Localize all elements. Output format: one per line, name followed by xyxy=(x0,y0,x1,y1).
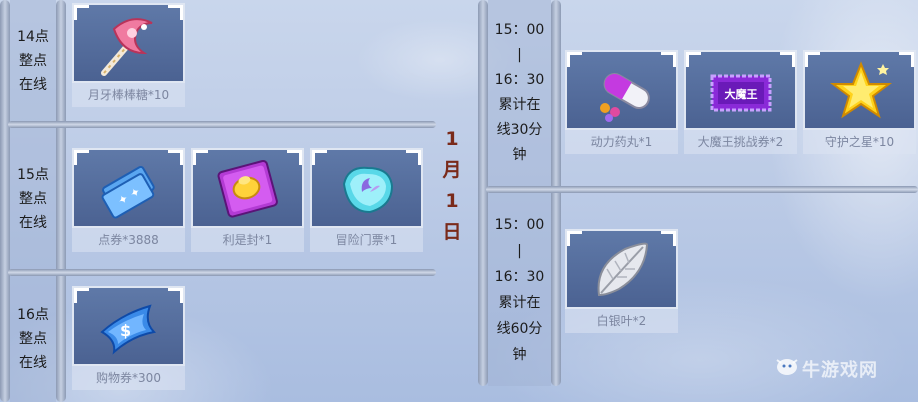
date-char: 日 xyxy=(442,221,462,243)
item-label: 白银叶*2 xyxy=(565,309,678,333)
frame-corner xyxy=(287,150,302,165)
time-line: 16点 xyxy=(17,307,49,323)
demon-king-ticket-icon: 大魔王 xyxy=(710,74,772,112)
frame-corner xyxy=(74,150,89,165)
frame-corner xyxy=(74,288,89,303)
frame-corner xyxy=(168,150,183,165)
reward-card-adventure-ticket[interactable]: 冒险门票*1 xyxy=(310,148,423,252)
time-line: 钟 xyxy=(512,346,527,363)
reward-card-crescent-lollipop[interactable]: 月牙棒棒糖*10 xyxy=(72,3,185,107)
time-cell-14: 14点 整点 在线 xyxy=(10,0,56,121)
time-line: 15：00 xyxy=(494,216,545,233)
time-line: 整点 xyxy=(19,52,47,69)
frame-corner xyxy=(312,150,327,165)
frame-corner xyxy=(567,52,582,67)
time-line: 整点 xyxy=(19,190,47,207)
svg-text:$: $ xyxy=(120,321,131,340)
shopping-coupon-icon: $ xyxy=(100,304,157,355)
reward-card-vouchers[interactable]: ✦ ✦ 点券*3888 xyxy=(72,148,185,252)
left-rail-outer xyxy=(0,0,10,402)
left-divider-2 xyxy=(8,269,436,276)
date-char: 1 xyxy=(445,128,459,150)
date-char: 1 xyxy=(445,190,459,212)
item-label: 大魔王挑战券*2 xyxy=(684,130,797,154)
item-label: 守护之星*10 xyxy=(803,130,916,154)
frame-corner xyxy=(780,52,795,67)
time-line: 15：00 xyxy=(494,22,545,38)
time-line: 累计在 xyxy=(498,97,541,113)
frame-corner xyxy=(567,231,582,246)
time-line: | xyxy=(517,47,522,63)
time-line: 在线 xyxy=(19,76,47,93)
time-line: 钟 xyxy=(512,147,527,163)
right-divider-1 xyxy=(486,186,918,193)
cow-mascot-icon xyxy=(776,359,798,375)
reward-card-shopping-coupon[interactable]: $ 购物券*300 xyxy=(72,286,185,390)
frame-corner xyxy=(193,150,208,165)
adventure-ticket-stone-icon xyxy=(342,166,394,214)
time-cell-30min: 15：00 | 16：30 累计在 线30分 钟 xyxy=(488,0,551,186)
time-line: | xyxy=(517,242,522,259)
date-char: 月 xyxy=(442,159,462,181)
reward-card-red-envelope[interactable]: 利是封*1 xyxy=(191,148,304,252)
red-envelope-icon xyxy=(217,159,278,218)
left-rail-inner xyxy=(56,0,66,402)
frame-corner xyxy=(661,231,676,246)
item-label: 点券*3888 xyxy=(72,228,185,252)
time-line: 14点 xyxy=(17,28,49,45)
frame-corner xyxy=(805,52,820,67)
frame-corner xyxy=(168,5,183,20)
item-label: 月牙棒棒糖*10 xyxy=(72,83,185,107)
item-label: 利是封*1 xyxy=(191,228,304,252)
time-line: 线30分 xyxy=(496,122,543,138)
item-label: 购物券*300 xyxy=(72,366,185,390)
vouchers-icon: ✦ ✦ xyxy=(101,165,155,219)
time-line: 线60分 xyxy=(496,320,543,337)
right-rail-inner xyxy=(551,0,561,386)
time-cell-60min: 15：00 | 16：30 累计在 线60分 钟 xyxy=(488,193,551,386)
left-divider-1 xyxy=(8,121,436,128)
time-line: 16：30 xyxy=(494,268,545,285)
right-rail-outer xyxy=(478,0,488,386)
time-line: 16：30 xyxy=(494,72,545,88)
silver-leaf-icon xyxy=(597,242,649,297)
crescent-lollipop-icon xyxy=(101,18,153,76)
date-label: 1 月 1 日 xyxy=(437,124,467,248)
frame-corner xyxy=(686,52,701,67)
reward-card-guardian-star[interactable]: 守护之星*10 xyxy=(803,50,916,154)
item-label: 冒险门票*1 xyxy=(310,228,423,252)
time-line: 整点 xyxy=(19,331,47,347)
frame-corner xyxy=(74,5,89,20)
time-cell-16: 16点 整点 在线 xyxy=(10,276,56,402)
guardian-star-icon xyxy=(830,61,892,119)
watermark-text: 牛游戏网 xyxy=(802,360,878,381)
time-cell-15: 15点 整点 在线 xyxy=(10,128,56,269)
reward-card-silver-leaf[interactable]: 白银叶*2 xyxy=(565,229,678,333)
time-line: 在线 xyxy=(19,355,47,371)
reward-card-demon-king-ticket[interactable]: 大魔王 大魔王挑战券*2 xyxy=(684,50,797,154)
time-line: 累计在 xyxy=(498,294,541,311)
frame-corner xyxy=(899,52,914,67)
time-line: 15点 xyxy=(17,166,49,183)
reward-card-power-pill[interactable]: 动力药丸*1 xyxy=(565,50,678,154)
item-label: 动力药丸*1 xyxy=(565,130,678,154)
power-pill-icon xyxy=(600,73,650,122)
time-line: 在线 xyxy=(19,214,47,231)
frame-corner xyxy=(406,150,421,165)
frame-corner xyxy=(661,52,676,67)
frame-corner xyxy=(168,288,183,303)
ticket-badge-text: 大魔王 xyxy=(725,87,758,101)
